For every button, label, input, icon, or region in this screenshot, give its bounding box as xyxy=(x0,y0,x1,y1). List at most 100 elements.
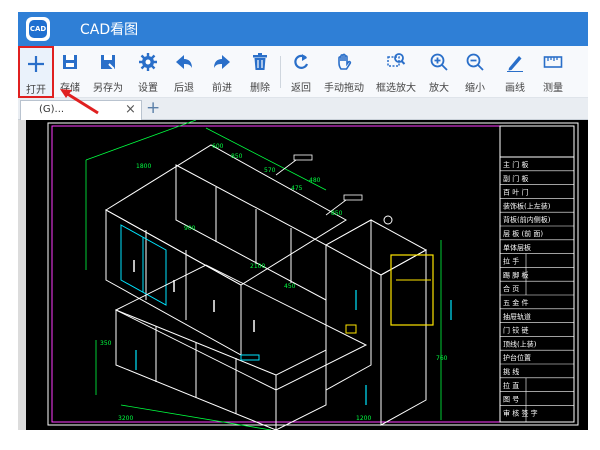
back-label: 后退 xyxy=(174,83,194,94)
title-block-row-text: 层 板 (前 面) xyxy=(503,229,543,238)
pan-button[interactable]: 手动拖动 xyxy=(320,46,368,98)
dimension-label: 480 xyxy=(309,177,321,184)
save-icon xyxy=(63,55,77,69)
annotation-tag xyxy=(343,194,363,201)
gear-icon xyxy=(139,53,157,71)
zoom-out-icon xyxy=(466,53,484,71)
app-logo-text: CAD xyxy=(29,20,47,38)
title-block-row-text: 抽屉轨道 xyxy=(503,312,531,321)
add-tab-button[interactable]: + xyxy=(146,98,160,118)
trash-icon xyxy=(253,53,267,70)
toolbar-separator xyxy=(280,56,281,88)
drawing-area: 主 门 板副 门 板百 叶 门装饰板(上左装) 背板(前内侧板) 层 板 (前 面)… xyxy=(18,119,588,430)
back-arrow-icon xyxy=(176,55,192,69)
title-block-row-text: 百 叶 门 xyxy=(503,188,528,197)
tall-unit-side xyxy=(380,249,427,426)
open-button[interactable]: 打开 xyxy=(18,46,54,98)
delete-label: 删除 xyxy=(250,83,270,94)
save-button[interactable]: 存储 xyxy=(56,46,84,98)
dimension-label: 2100 xyxy=(250,263,265,270)
dimension-line xyxy=(120,404,272,430)
forward-label: 前进 xyxy=(212,83,232,94)
zoom-out-button[interactable]: 缩小 xyxy=(462,46,488,98)
dimension-label: 350 xyxy=(100,340,112,347)
title-block-row-text: 顶线(上装) xyxy=(503,339,537,348)
title-block-row-text: 背板(前内侧板) xyxy=(503,215,551,224)
open-label: 打开 xyxy=(26,85,46,96)
box-zoom-icon xyxy=(387,53,406,67)
back-button[interactable]: 后退 xyxy=(170,46,198,98)
return-button[interactable]: 返回 xyxy=(286,46,316,98)
dimension-label: 850 xyxy=(331,210,343,217)
pencil-icon xyxy=(507,56,523,72)
save-label: 存储 xyxy=(60,83,80,94)
draw-line-button[interactable]: 画线 xyxy=(502,46,528,98)
settings-button[interactable]: 设置 xyxy=(134,46,162,98)
title-block-row-text: 拉 直 xyxy=(503,381,519,390)
annotation-tag xyxy=(293,154,313,161)
title-block-row-text: 图 号 xyxy=(503,396,519,404)
zoom-out-label: 缩小 xyxy=(465,83,485,94)
title-block-row-text: 审 核 签 字 xyxy=(503,408,538,417)
dimension-label: 3200 xyxy=(118,415,133,422)
save-as-label: 另存为 xyxy=(93,83,123,94)
cad-drawing: 主 门 板副 门 板百 叶 门装饰板(上左装) 背板(前内侧板) 层 板 (前 面)… xyxy=(47,119,579,430)
document-tab[interactable]: (G)... × xyxy=(20,100,142,120)
sheet-border xyxy=(47,122,579,426)
title-block-row-text: 主 门 板 xyxy=(503,160,528,169)
return-label: 返回 xyxy=(291,83,311,94)
dimension-label: 475 xyxy=(291,185,303,192)
app-logo-icon: CAD xyxy=(26,17,50,41)
tall-unit-front xyxy=(325,219,372,391)
drawer-handle xyxy=(240,354,260,361)
dimension-label: 760 xyxy=(436,355,448,362)
close-tab-icon[interactable]: × xyxy=(125,102,136,117)
base-cabinet-corner xyxy=(275,349,327,430)
title-block-row-text: 装饰板(上左装) xyxy=(503,201,551,210)
title-block-row-text: 单体层板 xyxy=(503,243,531,252)
measure-button[interactable]: 测量 xyxy=(538,46,568,98)
app-title: CAD看图 xyxy=(80,22,139,38)
cad-canvas[interactable]: 主 门 板副 门 板百 叶 门装饰板(上左装) 背板(前内侧板) 层 板 (前 面)… xyxy=(26,119,588,430)
plus-icon xyxy=(28,56,44,72)
title-block-row-text: 副 门 板 xyxy=(503,174,528,183)
dimension-label: 1800 xyxy=(136,163,151,170)
cad-viewer-window: CAD CAD看图 打开 存储 另存为 设置 后退 前进 删除 返回 手动拖动 … xyxy=(18,12,588,430)
measure-label: 测量 xyxy=(543,83,563,94)
faucet-marker xyxy=(383,215,393,225)
upper-cabinet-front xyxy=(175,164,327,301)
dimension-label: 570 xyxy=(264,167,276,174)
outlet-marker xyxy=(345,324,357,334)
title-block-row-text: 合 页 xyxy=(503,284,519,293)
sheet-inner-border xyxy=(51,125,575,423)
dimension-label: 1200 xyxy=(356,415,371,422)
dimension-label: 450 xyxy=(284,283,296,290)
forward-arrow-icon xyxy=(214,55,230,69)
forward-button[interactable]: 前进 xyxy=(208,46,236,98)
document-tab-bar: (G)... × + xyxy=(18,98,588,120)
zoom-in-label: 放大 xyxy=(429,83,449,94)
delete-button[interactable]: 删除 xyxy=(246,46,274,98)
title-block-row-text: 挑 线 xyxy=(503,367,519,376)
zoom-in-button[interactable]: 放大 xyxy=(426,46,452,98)
document-tab-label: (G)... xyxy=(39,104,65,115)
ruler-icon xyxy=(543,56,563,68)
title-block-row-text: 护台位置 xyxy=(503,353,531,362)
dimension-label: 850 xyxy=(231,153,243,160)
title-block-row-text: 踢 脚 板 xyxy=(503,270,528,279)
dimension-label: 600 xyxy=(212,143,224,150)
tall-unit-top xyxy=(324,219,428,276)
box-zoom-button[interactable]: 框选放大 xyxy=(374,46,418,98)
title-block-row-text: 五 金 件 xyxy=(503,298,528,307)
title-bar: CAD CAD看图 xyxy=(18,12,588,46)
dimension-line xyxy=(205,127,327,191)
pan-label: 手动拖动 xyxy=(324,83,364,94)
draw-line-label: 画线 xyxy=(505,83,525,94)
return-icon xyxy=(294,54,309,69)
save-as-button[interactable]: 另存为 xyxy=(88,46,128,98)
title-block-row-text: 拉 手 xyxy=(503,257,519,266)
settings-label: 设置 xyxy=(138,83,158,94)
box-zoom-label: 框选放大 xyxy=(376,83,416,94)
dimension-label: 900 xyxy=(184,225,196,232)
save-as-icon xyxy=(101,55,115,70)
